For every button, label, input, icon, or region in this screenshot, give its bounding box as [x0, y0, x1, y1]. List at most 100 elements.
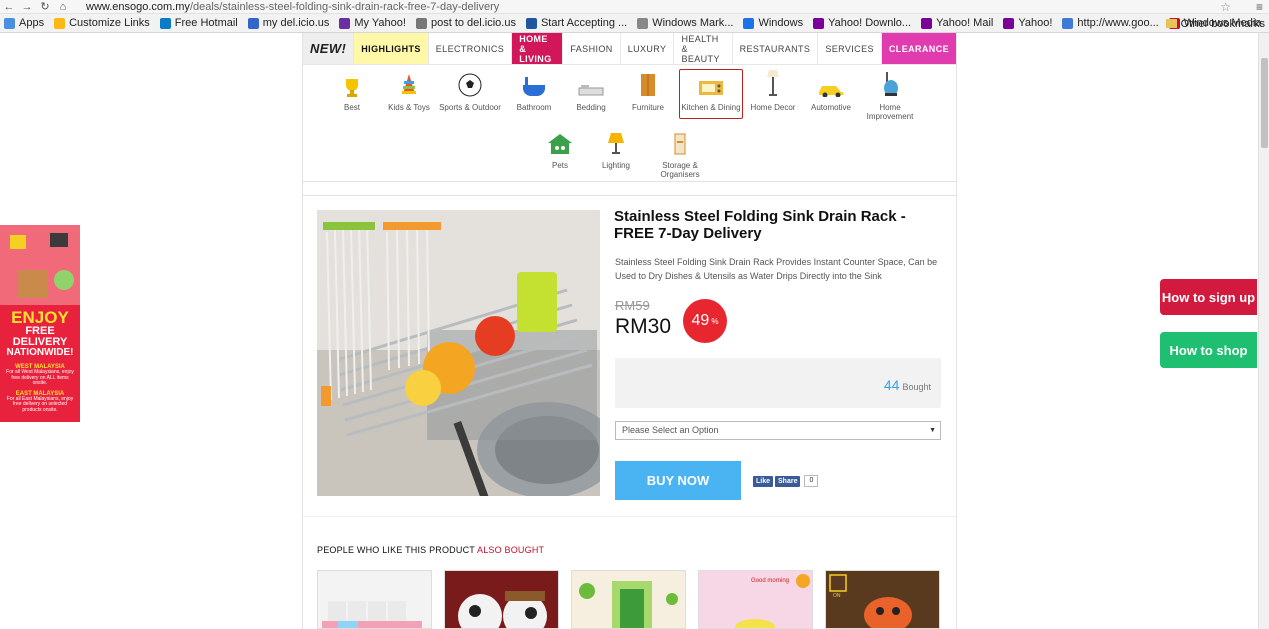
also-bought-item[interactable] — [571, 570, 686, 629]
other-bookmarks[interactable]: Other bookmarks — [1165, 14, 1265, 33]
option-select[interactable]: Please Select an Option ▼ — [615, 421, 941, 440]
bookmark-label: My Yahoo! — [354, 17, 406, 29]
bookmark-star-icon[interactable]: ☆ — [1220, 0, 1231, 14]
nav-tab-clearance[interactable]: CLEARANCE — [881, 33, 956, 64]
discount-badge: 49% — [683, 299, 727, 343]
car-icon — [799, 73, 863, 97]
bookmark-item[interactable]: Free Hotmail — [159, 17, 238, 29]
back-icon[interactable]: ← — [0, 0, 18, 14]
bookmark-label: Yahoo! Mail — [936, 17, 994, 29]
banner-text: ENJOY FREE DELIVERY NATIONWIDE! WEST MAL… — [0, 309, 80, 413]
fb-share-button[interactable]: Share — [775, 475, 801, 487]
option-placeholder: Please Select an Option — [622, 425, 719, 435]
facebook-buttons: Like Share 0 — [753, 475, 819, 487]
url-field[interactable]: www.ensogo.com.my/deals/stainless-steel-… — [86, 0, 499, 14]
nav-tab-health-beauty[interactable]: HEALTH & BEAUTY — [674, 33, 733, 64]
deal-price: RM30 — [615, 315, 672, 338]
address-bar: ← → ↻ ⌂ www.ensogo.com.my/deals/stainles… — [0, 0, 1269, 14]
nav-tab-services[interactable]: SERVICES — [818, 33, 882, 64]
subcategory-label: Pets — [551, 161, 568, 170]
subcategory-grid: Best Kids & Toys Sports & Outdoor Bathroom B… — [303, 65, 956, 182]
subcategory-label: Automotive — [810, 103, 852, 112]
also-bought-item[interactable]: Good morning — [698, 570, 813, 629]
stacking-toy-icon — [377, 73, 441, 97]
nav-tab-home-living[interactable]: HOME & LIVING — [512, 33, 564, 64]
bookmark-item[interactable]: post to del.icio.us — [415, 17, 516, 29]
bookmark-icon — [247, 17, 259, 29]
how-to-sign-up-button[interactable]: How to sign up — [1160, 279, 1257, 315]
subcategory-kitchen-dining[interactable]: Kitchen & Dining — [679, 69, 743, 119]
bookmark-item[interactable]: Apps — [4, 17, 44, 29]
nav-tab-restaurants[interactable]: RESTAURANTS — [733, 33, 819, 64]
bookmark-icon — [54, 17, 66, 29]
subcategory-bedding[interactable]: Bedding — [559, 73, 623, 112]
buy-now-button[interactable]: BUY NOW — [615, 461, 741, 500]
yahoo-icon — [339, 17, 351, 29]
nav-tab-electronics[interactable]: ELECTRONICS — [429, 33, 513, 64]
bookmark-item[interactable]: Customize Links — [54, 17, 150, 29]
subcategory-pets[interactable]: Pets — [528, 131, 592, 170]
bookmark-item[interactable]: Start Accepting ... — [525, 17, 628, 29]
also-bought-item[interactable] — [444, 570, 559, 629]
also-bought-heading: PEOPLE WHO LIKE THIS PRODUCT ALSO BOUGHT — [317, 545, 544, 555]
soccer-ball-icon — [438, 73, 502, 97]
subcategory-storage-organisers[interactable]: Storage & Organisers — [648, 131, 712, 179]
category-nav: NEW! HIGHLIGHTS ELECTRONICS HOME & LIVING F… — [303, 33, 956, 65]
bookmark-icon — [159, 17, 171, 29]
bookmark-item[interactable]: Windows Mark... — [637, 17, 733, 29]
subcategory-best[interactable]: Best — [320, 73, 384, 112]
product-image[interactable] — [317, 210, 600, 496]
how-to-shop-button[interactable]: How to shop — [1160, 332, 1257, 368]
google-icon — [1062, 17, 1074, 29]
home-icon[interactable]: ⌂ — [54, 0, 72, 14]
page-scrollbar[interactable] — [1258, 33, 1269, 629]
product-section: Stainless Steel Folding Sink Drain Rack … — [303, 195, 956, 517]
subcategory-automotive[interactable]: Automotive — [799, 73, 863, 112]
bookmark-label: http://www.goo... — [1077, 17, 1159, 29]
bookmark-item[interactable]: Yahoo! — [1003, 17, 1052, 29]
bookmark-item[interactable]: my del.icio.us — [247, 17, 329, 29]
fb-like-button[interactable]: Like — [753, 475, 774, 487]
reload-icon[interactable]: ↻ — [36, 0, 54, 14]
menu-icon[interactable]: ≡ — [1256, 0, 1263, 14]
subcategory-label: Home Decor — [750, 103, 796, 112]
bookmark-item[interactable]: Windows — [743, 17, 803, 29]
bookmark-label: Start Accepting ... — [540, 17, 628, 29]
trophy-icon — [320, 73, 384, 97]
product-description: Stainless Steel Folding Sink Drain Rack … — [615, 257, 938, 281]
subcategory-label: Sports & Outdoor — [439, 103, 501, 112]
subcategory-label: Best — [343, 103, 360, 112]
forward-icon[interactable]: → — [18, 0, 36, 14]
also-bought-item[interactable] — [317, 570, 432, 629]
bookmark-label: Windows — [758, 17, 804, 29]
scrollbar-thumb[interactable] — [1261, 58, 1268, 148]
bookmark-item[interactable]: Yahoo! Downlo... — [813, 17, 911, 29]
nav-tab-highlights[interactable]: HIGHLIGHTS — [354, 33, 429, 64]
subcategory-sports-outdoor[interactable]: Sports & Outdoor — [438, 73, 502, 112]
url-path: /deals/stainless-steel-folding-sink-drai… — [189, 1, 500, 13]
bought-counter: 44 Bought — [884, 377, 931, 393]
apps-icon — [4, 17, 15, 29]
bookmark-label: Customize Links — [69, 17, 150, 29]
subcategory-label: Bathroom — [516, 103, 552, 112]
subcategory-home-improvement[interactable]: Home Improvement — [858, 72, 922, 121]
bookmark-item[interactable]: http://www.goo... — [1062, 17, 1159, 29]
bookmark-item[interactable]: Yahoo! Mail — [921, 17, 993, 29]
subcategory-lighting[interactable]: Lighting — [584, 131, 648, 170]
floor-lamp-icon — [741, 70, 805, 97]
fb-share-label: Share — [778, 477, 798, 485]
free-delivery-banner[interactable]: ENJOY FREE DELIVERY NATIONWIDE! WEST MAL… — [0, 225, 80, 422]
bookmark-item[interactable]: My Yahoo! — [339, 17, 406, 29]
subcategory-bathroom[interactable]: Bathroom — [502, 73, 566, 112]
new-badge[interactable]: NEW! — [303, 33, 355, 64]
nav-tab-luxury[interactable]: LUXURY — [621, 33, 675, 64]
subcategory-furniture[interactable]: Furniture — [616, 73, 680, 112]
subcategory-kids-toys[interactable]: Kids & Toys — [377, 73, 441, 112]
bought-box: 44 Bought — [615, 358, 941, 408]
also-bought-item[interactable]: ON — [825, 570, 940, 629]
subcategory-home-decor[interactable]: Home Decor — [741, 70, 805, 112]
nav-tab-fashion[interactable]: FASHION — [563, 33, 621, 64]
also-bought-prefix: PEOPLE WHO LIKE THIS PRODUCT — [317, 545, 478, 555]
fb-share-count: 0 — [804, 475, 819, 487]
bed-icon — [559, 73, 623, 97]
